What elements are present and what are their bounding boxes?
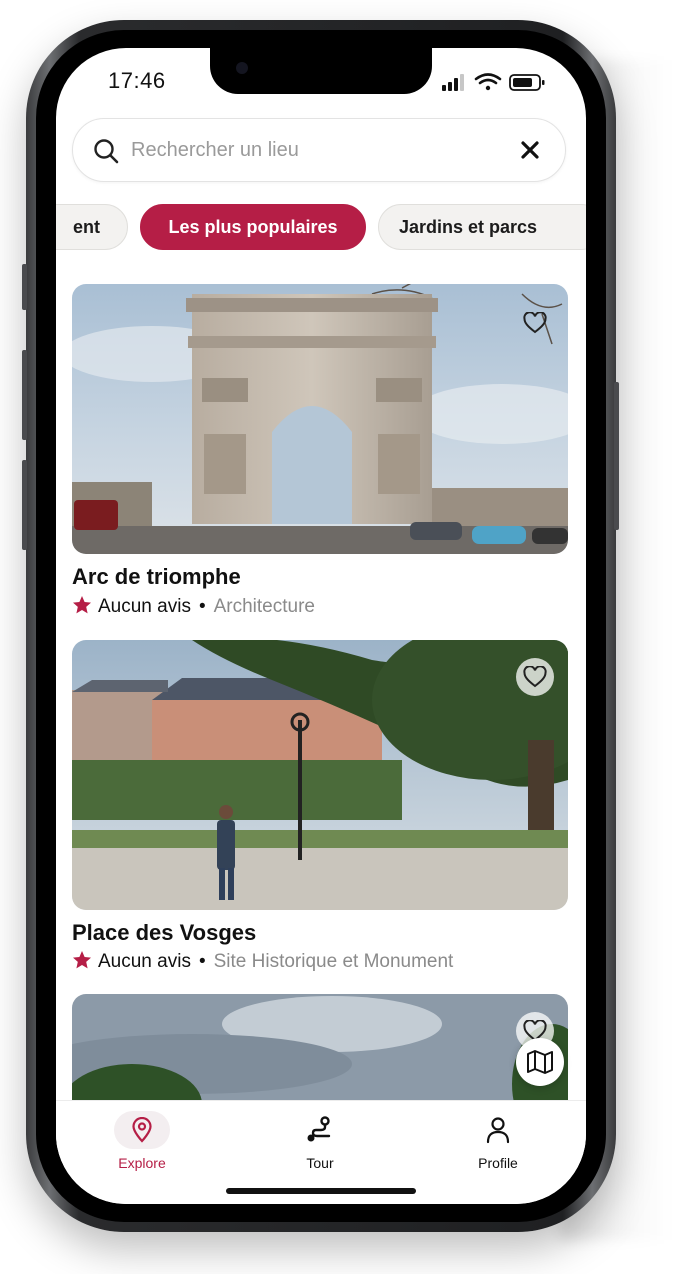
- chip-most-popular[interactable]: Les plus populaires: [140, 204, 366, 250]
- tab-label: Profile: [478, 1155, 518, 1171]
- home-indicator: [226, 1188, 416, 1194]
- place-image-place-des-vosges[interactable]: [72, 640, 568, 910]
- person-icon: [438, 1109, 558, 1151]
- map-view-button[interactable]: [516, 1038, 564, 1086]
- volume-up-button: [22, 350, 27, 440]
- volume-down-button: [22, 460, 27, 550]
- map-icon: [527, 1050, 553, 1074]
- battery-icon: [509, 74, 545, 91]
- place-title[interactable]: Arc de triomphe: [72, 564, 241, 590]
- place-title[interactable]: Place des Vosges: [72, 920, 256, 946]
- chip-label: Les plus populaires: [168, 217, 338, 237]
- tab-profile[interactable]: Profile: [438, 1109, 558, 1179]
- power-button: [614, 382, 619, 530]
- place-image-arc-de-triomphe[interactable]: [72, 284, 568, 554]
- location-pin-icon: [114, 1111, 170, 1149]
- tab-explore[interactable]: Explore: [82, 1109, 202, 1179]
- category-text: Architecture: [213, 596, 315, 617]
- search-placeholder: Rechercher un lieu: [131, 139, 299, 161]
- search-icon: [93, 138, 119, 169]
- favorite-button[interactable]: [516, 304, 554, 342]
- place-meta: Aucun avis • Site Historique et Monument: [72, 950, 453, 976]
- status-time: 17:46: [108, 68, 166, 93]
- separator-dot: •: [198, 596, 206, 617]
- tab-tour[interactable]: Tour: [260, 1109, 380, 1179]
- camera: [236, 62, 248, 74]
- app-screen: 17:46 Rechercher un lieu ent Les plus po…: [56, 48, 586, 1204]
- category-chips: ent Les plus populaires Jardins et parcs: [56, 202, 586, 254]
- close-icon[interactable]: [521, 141, 539, 164]
- place-meta: Aucun avis • Architecture: [72, 595, 315, 621]
- category-text: Site Historique et Monument: [213, 951, 454, 972]
- wifi-icon: [474, 73, 502, 91]
- search-bar[interactable]: Rechercher un lieu: [72, 118, 566, 182]
- tab-label: Tour: [306, 1155, 334, 1171]
- route-icon: [260, 1109, 380, 1151]
- star-icon: [72, 950, 92, 976]
- separator-dot: •: [198, 951, 206, 972]
- chip-monument-partial[interactable]: ent: [56, 204, 128, 250]
- heart-icon: [523, 312, 547, 334]
- rating-text: Aucun avis: [98, 596, 191, 617]
- chip-label: ent: [73, 217, 100, 237]
- chip-label: Jardins et parcs: [399, 217, 538, 237]
- star-icon: [72, 595, 92, 621]
- notch: [210, 48, 432, 94]
- chip-gardens-parks[interactable]: Jardins et parcs: [378, 204, 586, 250]
- signal-icon: [442, 74, 464, 91]
- mute-switch: [22, 264, 27, 310]
- status-icons: [442, 72, 552, 94]
- tab-label: Explore: [118, 1155, 166, 1171]
- heart-icon: [523, 666, 547, 688]
- rating-text: Aucun avis: [98, 951, 191, 972]
- favorite-button[interactable]: [516, 658, 554, 696]
